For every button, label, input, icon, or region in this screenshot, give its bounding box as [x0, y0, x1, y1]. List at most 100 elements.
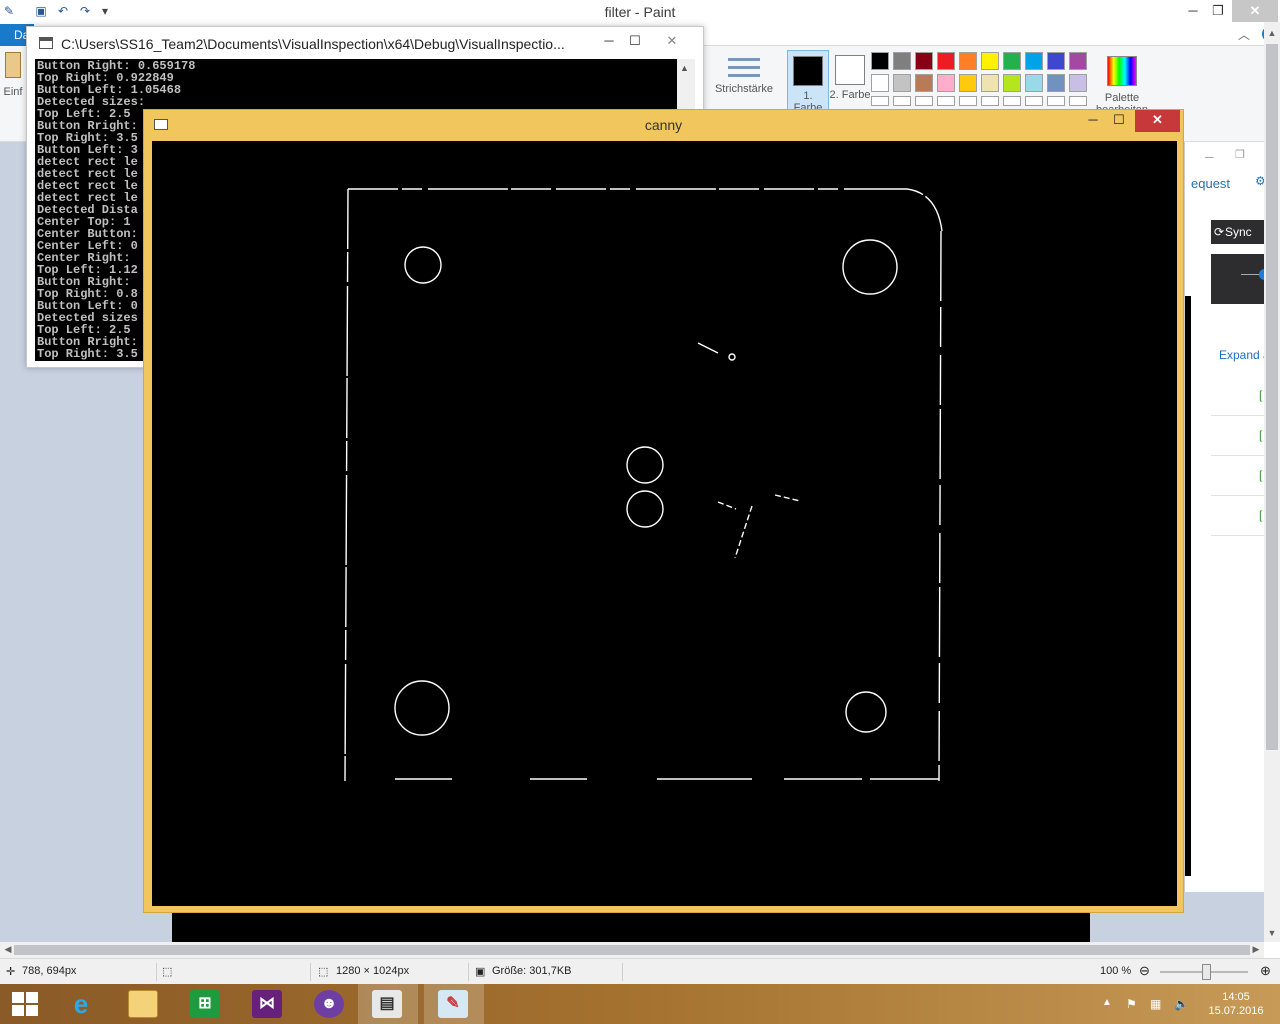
palette-swatch[interactable] — [915, 52, 933, 70]
console-app-icon[interactable] — [39, 37, 53, 49]
zoom-slider-thumb[interactable] — [1202, 964, 1211, 980]
image-size: 1280 × 1024px — [336, 965, 410, 977]
palette-swatch[interactable] — [1047, 52, 1065, 70]
console-window-icon: ▤ — [372, 990, 402, 1018]
system-tray: ▲ ⚑ ▦ 🔈 — [1100, 984, 1210, 1024]
hole-top-left — [404, 246, 442, 284]
hole-bottom-left — [394, 680, 450, 736]
canny-window-title: canny — [644, 117, 683, 133]
sync-icon: ⟳ — [1214, 225, 1225, 239]
hole-center-lower — [626, 490, 664, 528]
paint-status-bar: ✛ 788, 694px ⬚ ⬚ 1280 × 1024px ▣ Größe: … — [0, 958, 1280, 984]
cursor-position-icon: ✛ — [6, 966, 16, 978]
palette-swatch[interactable] — [937, 74, 955, 92]
list-item[interactable]: [ — [1211, 376, 1271, 416]
list-item[interactable]: [ — [1211, 416, 1271, 456]
palette-swatch[interactable] — [959, 74, 977, 92]
scroll-down-arrow-icon[interactable]: ▼ — [1264, 928, 1280, 938]
status-divider — [468, 963, 469, 981]
palette-swatch[interactable] — [1069, 74, 1087, 92]
scroll-left-arrow-icon[interactable]: ◀ — [0, 944, 16, 955]
expand-all-link[interactable]: Expand a — [1219, 348, 1270, 362]
sync-button[interactable]: ⟳ Sync — [1211, 220, 1271, 244]
taskbar-paint[interactable]: ✎ — [424, 984, 484, 1024]
start-button[interactable] — [0, 984, 60, 1024]
palette-empty-swatch[interactable] — [1047, 96, 1065, 106]
palette-empty-swatch[interactable] — [937, 96, 955, 106]
color1-swatch — [793, 56, 823, 86]
taskbar-clock[interactable]: 14:05 15.07.2016 — [1206, 990, 1266, 1018]
bg-restore-icon[interactable]: ❐ — [1235, 148, 1245, 161]
palette-empty-swatch[interactable] — [871, 96, 889, 106]
paste-group[interactable]: Einf — [2, 52, 24, 98]
vertical-scroll-thumb[interactable] — [1266, 44, 1278, 750]
taskbar-visual-studio[interactable]: ⋈ — [238, 984, 298, 1024]
taskbar-file-explorer[interactable] — [114, 984, 174, 1024]
scroll-right-arrow-icon[interactable]: ▶ — [1248, 944, 1264, 955]
palette-empty-swatch[interactable] — [1003, 96, 1021, 106]
palette-swatch[interactable] — [1025, 52, 1043, 70]
zoom-out-icon[interactable]: ⊖ — [1139, 963, 1150, 979]
palette-swatch[interactable] — [1025, 74, 1043, 92]
palette-swatch[interactable] — [915, 74, 933, 92]
palette-swatch[interactable] — [1003, 52, 1021, 70]
canny-window[interactable]: canny ─ ☐ ✕ — [143, 109, 1184, 913]
console-close-button[interactable]: ✕ — [657, 29, 687, 53]
plate-edge-left — [344, 188, 349, 782]
palette-swatch[interactable] — [871, 52, 889, 70]
action-center-flag-icon[interactable]: ⚑ — [1126, 997, 1137, 1011]
volume-muted-icon[interactable]: 🔈 — [1174, 997, 1189, 1011]
palette-empty-swatch[interactable] — [1025, 96, 1043, 106]
taskbar-store[interactable]: ⊞ — [176, 984, 236, 1024]
console-titlebar[interactable]: C:\Users\SS16_Team2\Documents\VisualInsp… — [27, 27, 703, 59]
palette-swatch[interactable] — [981, 52, 999, 70]
palette-empty-swatch[interactable] — [893, 96, 911, 106]
palette-swatch[interactable] — [1047, 74, 1065, 92]
palette-swatch[interactable] — [871, 74, 889, 92]
palette-swatch[interactable] — [1069, 52, 1087, 70]
taskbar-github[interactable]: ☻ — [300, 984, 360, 1024]
console-maximize-button[interactable]: ☐ — [620, 29, 650, 53]
list-item[interactable]: [ — [1211, 496, 1271, 536]
scratch-dot — [728, 353, 736, 361]
taskbar-internet-explorer[interactable]: e — [52, 984, 112, 1024]
palette-empty-swatch[interactable] — [915, 96, 933, 106]
palette-empty-swatch[interactable] — [959, 96, 977, 106]
palette-swatch[interactable] — [959, 52, 977, 70]
file-size: Größe: 301,7KB — [492, 965, 572, 977]
canny-edge-image[interactable] — [152, 141, 1177, 906]
edge-drawing — [344, 188, 943, 782]
palette-swatch[interactable] — [937, 52, 955, 70]
defect-lines — [717, 494, 801, 559]
palette-swatch[interactable] — [981, 74, 999, 92]
ribbon-collapse-icon[interactable]: ︿ — [1238, 26, 1250, 43]
palette-empty-swatch[interactable] — [1069, 96, 1087, 106]
scroll-up-arrow-icon[interactable]: ▲ — [1264, 28, 1280, 38]
store-icon: ⊞ — [190, 990, 220, 1018]
paint-close-button[interactable]: ✕ — [1232, 0, 1278, 22]
console-scroll-up-icon[interactable]: ▲ — [680, 63, 689, 73]
paint-restore-button[interactable]: ❐ — [1203, 0, 1233, 22]
palette-swatch[interactable] — [893, 74, 911, 92]
canny-close-button[interactable]: ✕ — [1135, 110, 1180, 132]
palette-swatch[interactable] — [1003, 74, 1021, 92]
folder-icon — [128, 990, 158, 1018]
network-icon[interactable]: ▦ — [1150, 997, 1161, 1011]
hole-center-upper — [626, 446, 664, 484]
edit-colors-button[interactable]: Palette bearbeiten — [1094, 52, 1150, 116]
canny-titlebar[interactable]: canny ─ ☐ ✕ — [144, 110, 1183, 140]
zoom-in-icon[interactable]: ⊕ — [1260, 963, 1271, 979]
bg-minimize-icon[interactable]: ─ — [1205, 150, 1214, 164]
history-graph — [1211, 254, 1280, 304]
internet-explorer-icon: e — [73, 989, 89, 1019]
plate-edge-right — [938, 230, 942, 782]
pull-request-link[interactable]: equest — [1191, 176, 1230, 191]
edit-colors-icon — [1107, 56, 1137, 86]
palette-empty-swatch[interactable] — [981, 96, 999, 106]
list-item[interactable]: [ — [1211, 456, 1271, 496]
horizontal-scroll-thumb[interactable] — [14, 945, 1250, 955]
canny-maximize-button[interactable]: ☐ — [1104, 110, 1134, 132]
taskbar-console-window[interactable]: ▤ — [358, 984, 418, 1024]
show-hidden-icons-icon[interactable]: ▲ — [1102, 997, 1112, 1008]
palette-swatch[interactable] — [893, 52, 911, 70]
